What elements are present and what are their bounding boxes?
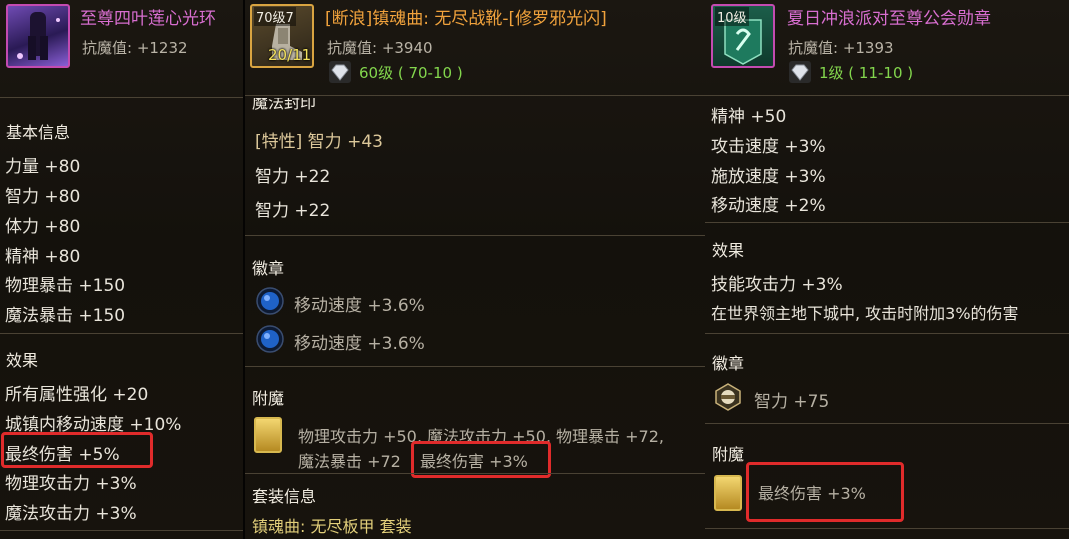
section-heading-emblem: 徽章 bbox=[252, 259, 285, 278]
effect-line: 技能攻击力 +3% bbox=[711, 275, 843, 295]
section-heading-effect: 效果 bbox=[6, 351, 39, 370]
section-heading-basic: 基本信息 bbox=[6, 123, 71, 142]
item-tooltip-boots: 70级7 20/11 [断浪]镇魂曲: 无尽战靴-[修罗邪光闪] 抗魔值: +3… bbox=[243, 0, 707, 539]
stat-line: 移动速度 +2% bbox=[711, 196, 826, 216]
effect-line: 所有属性强化 +20 bbox=[5, 385, 149, 405]
diamond-icon bbox=[329, 61, 351, 83]
item-level-range: 60级 ( 70-10 ) bbox=[359, 63, 463, 82]
enchant-line-prefix: 魔法暴击 +72 bbox=[298, 452, 401, 471]
item-title: 至尊四叶莲心光环 bbox=[80, 9, 216, 29]
set-name: 镇魂曲: 无尽板甲 套装 bbox=[252, 517, 412, 536]
item-tooltip-aura: 至尊四叶莲心光环 抗魔值: +1232 基本信息 力量 +80 智力 +80 体… bbox=[0, 0, 243, 539]
magic-defense-value: 抗魔值: +3940 bbox=[327, 39, 433, 57]
effect-line: 魔法攻击力 +3% bbox=[5, 504, 137, 524]
boots-item-icon[interactable]: 70级7 20/11 bbox=[250, 4, 314, 68]
divider bbox=[705, 423, 1069, 424]
level-row: 60级 ( 70-10 ) bbox=[329, 60, 463, 84]
divider bbox=[705, 528, 1069, 529]
stat-line: 物理暴击 +150 bbox=[5, 276, 126, 296]
highlight-box-final-damage bbox=[746, 462, 904, 522]
stat-line: 精神 +80 bbox=[5, 247, 81, 267]
item-level-range: 1级 ( 11-10 ) bbox=[819, 63, 914, 82]
guild-medal-icon[interactable]: 10级 bbox=[711, 4, 775, 68]
stat-line: 攻击速度 +3% bbox=[711, 137, 826, 157]
seal-line: 智力 +22 bbox=[255, 167, 331, 187]
section-heading-set: 套装信息 bbox=[252, 487, 317, 506]
section-heading-effect: 效果 bbox=[712, 241, 745, 260]
aura-item-icon[interactable] bbox=[6, 4, 70, 68]
item-header: 至尊四叶莲心光环 抗魔值: +1232 bbox=[0, 0, 243, 96]
stat-line: 施放速度 +3% bbox=[711, 167, 826, 187]
stat-line: 精神 +50 bbox=[711, 107, 787, 127]
divider bbox=[245, 95, 705, 96]
blue-emblem-icon bbox=[256, 325, 284, 353]
item-title: [断浪]镇魂曲: 无尽战靴-[修罗邪光闪] bbox=[325, 9, 607, 29]
seal-line: 智力 +22 bbox=[255, 201, 331, 221]
emblem-line: 移动速度 +3.6% bbox=[294, 296, 425, 316]
divider bbox=[245, 366, 705, 367]
effect-line: 在世界领主地下城中, 攻击时附加3%的伤害 bbox=[711, 304, 1019, 323]
enchant-card-icon bbox=[714, 475, 742, 511]
divider bbox=[0, 333, 243, 334]
diamond-icon bbox=[789, 61, 811, 83]
stat-line: 智力 +80 bbox=[5, 187, 81, 207]
stat-line: 体力 +80 bbox=[5, 217, 81, 237]
stat-line: 力量 +80 bbox=[5, 157, 81, 177]
magic-defense-value: 抗魔值: +1393 bbox=[788, 39, 894, 57]
highlight-box-final-damage bbox=[1, 432, 153, 468]
item-header: 70级7 20/11 [断浪]镇魂曲: 无尽战靴-[修罗邪光闪] 抗魔值: +3… bbox=[245, 0, 705, 96]
divider bbox=[245, 235, 705, 236]
divider bbox=[0, 97, 243, 98]
item-count-label: 20/11 bbox=[268, 46, 312, 64]
emblem-line: 智力 +75 bbox=[754, 392, 830, 412]
effect-line: 物理攻击力 +3% bbox=[5, 474, 137, 494]
section-heading-enchant: 附魔 bbox=[252, 389, 285, 408]
level-row: 1级 ( 11-10 ) bbox=[789, 60, 913, 84]
section-heading-enchant: 附魔 bbox=[712, 445, 745, 464]
enchant-card-icon bbox=[254, 417, 282, 453]
seal-trait-line: [特性] 智力 +43 bbox=[255, 132, 383, 152]
section-heading-seal: 魔法封印 bbox=[252, 98, 317, 112]
item-header: 10级 夏日冲浪派对至尊公会勋章 抗魔值: +1393 1级 ( 11-10 ) bbox=[705, 0, 1069, 96]
divider bbox=[705, 333, 1069, 334]
emblem-line: 移动速度 +3.6% bbox=[294, 334, 425, 354]
item-level-label: 70级7 bbox=[254, 7, 296, 26]
blue-emblem-icon bbox=[256, 287, 284, 315]
divider bbox=[705, 95, 1069, 96]
divider bbox=[0, 530, 243, 531]
gold-emblem-icon bbox=[715, 383, 741, 411]
item-title: 夏日冲浪派对至尊公会勋章 bbox=[787, 9, 991, 29]
section-heading-emblem: 徽章 bbox=[712, 354, 745, 373]
magic-defense-value: 抗魔值: +1232 bbox=[82, 39, 188, 57]
item-tooltip-medal: 10级 夏日冲浪派对至尊公会勋章 抗魔值: +1393 1级 ( 11-10 )… bbox=[705, 0, 1069, 539]
stat-line: 魔法暴击 +150 bbox=[5, 306, 126, 326]
item-level-label: 10级 bbox=[715, 7, 749, 26]
divider bbox=[705, 222, 1069, 223]
divider bbox=[245, 473, 705, 474]
